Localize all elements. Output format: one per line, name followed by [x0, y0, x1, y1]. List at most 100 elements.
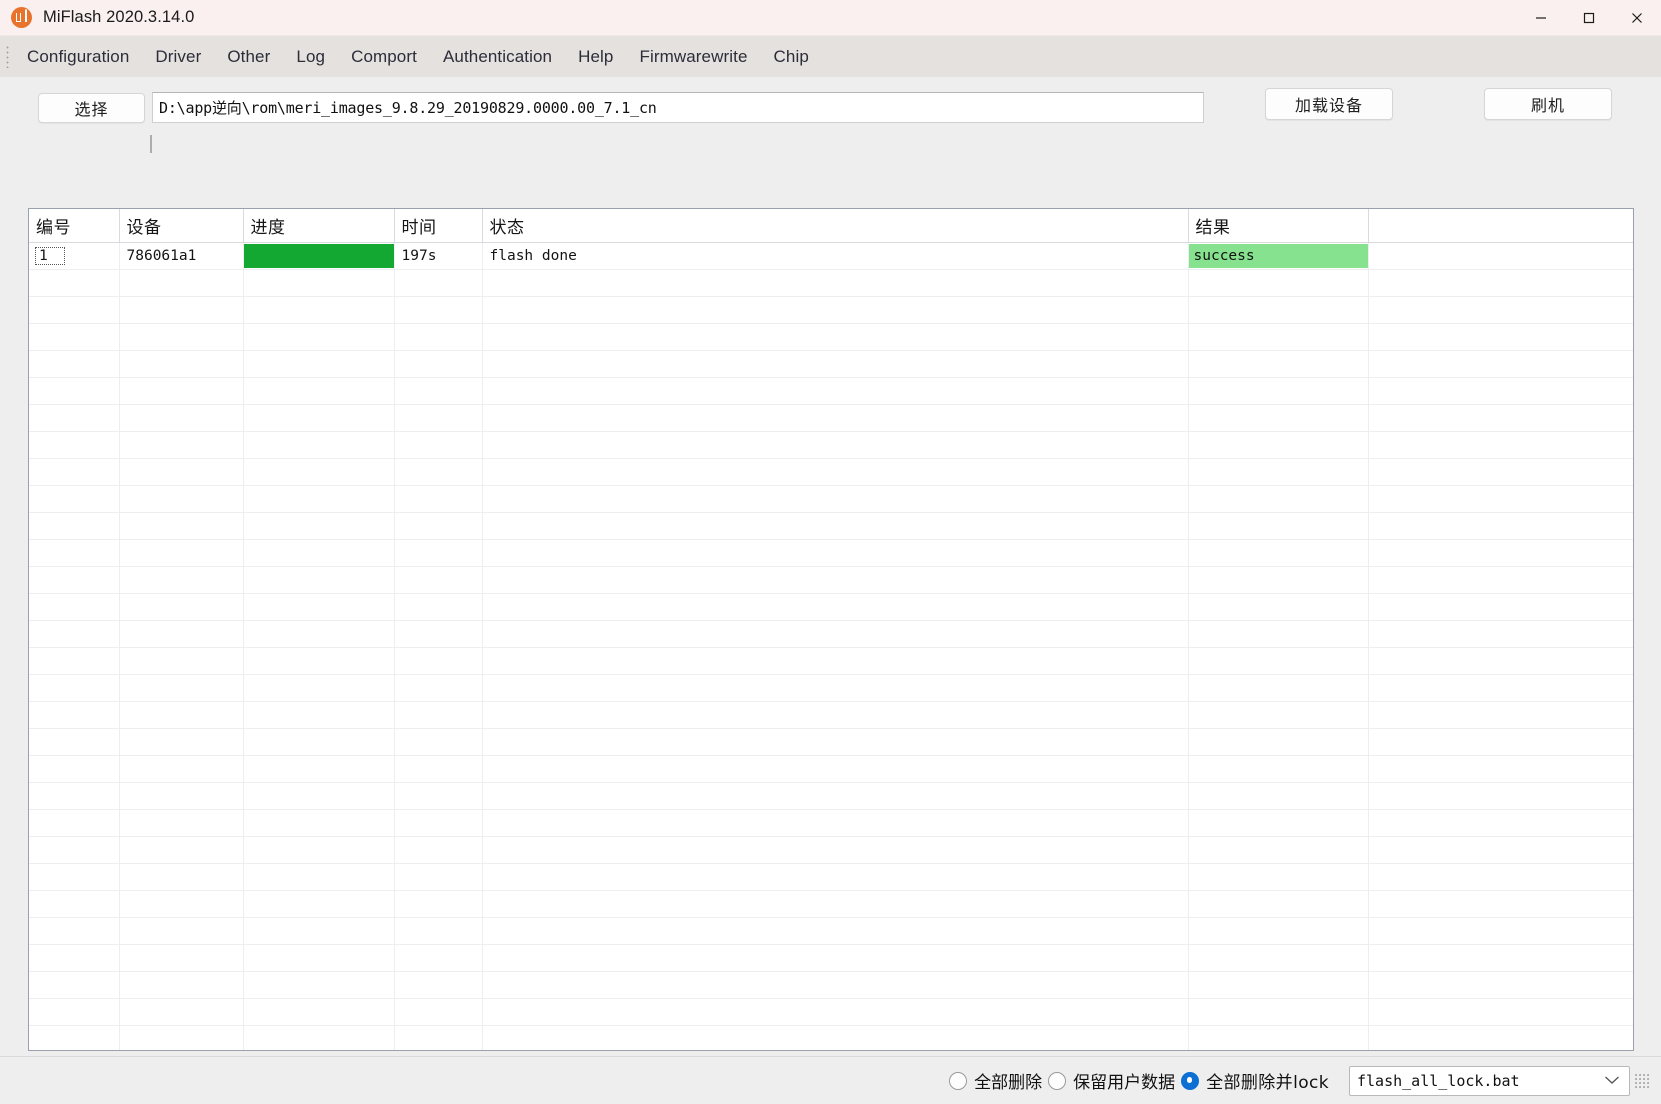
cell-empty[interactable] [119, 836, 244, 864]
table-row-empty[interactable] [29, 404, 1633, 432]
cell-empty[interactable] [1188, 647, 1369, 675]
cell-empty[interactable] [394, 566, 483, 594]
cell-empty[interactable] [482, 998, 1189, 1026]
cell-empty[interactable] [29, 944, 120, 972]
cell-time[interactable]: 197s [394, 242, 483, 270]
cell-empty[interactable] [394, 701, 483, 729]
table-row-empty[interactable] [29, 566, 1633, 594]
cell-empty[interactable] [1368, 971, 1633, 999]
cell-empty[interactable] [29, 458, 120, 486]
cell-empty[interactable] [119, 971, 244, 999]
cell-empty[interactable] [119, 512, 244, 540]
cell-empty[interactable] [482, 485, 1189, 513]
rom-path-input[interactable]: D:\app逆向\rom\meri_images_9.8.29_20190829… [152, 92, 1204, 123]
cell-empty[interactable] [119, 674, 244, 702]
minimize-button[interactable] [1517, 0, 1565, 35]
cell-empty[interactable] [29, 755, 120, 783]
cell-empty[interactable] [1368, 512, 1633, 540]
cell-empty[interactable] [482, 512, 1189, 540]
cell-empty[interactable] [119, 269, 244, 297]
cell-result[interactable]: success [1188, 242, 1369, 270]
cell-empty[interactable] [243, 863, 395, 891]
cell-empty[interactable] [29, 890, 120, 918]
cell-empty[interactable] [243, 431, 395, 459]
cell-empty[interactable] [243, 485, 395, 513]
cell-empty[interactable] [394, 782, 483, 810]
cell-empty[interactable] [29, 782, 120, 810]
cell-empty[interactable] [1188, 890, 1369, 918]
cell-empty[interactable] [29, 377, 120, 405]
cell-empty[interactable] [482, 458, 1189, 486]
cell-empty[interactable] [243, 512, 395, 540]
column-header-progress[interactable]: 进度 [243, 209, 395, 243]
cell-empty[interactable] [243, 917, 395, 945]
cell-empty[interactable] [243, 647, 395, 675]
cell-index[interactable]: 1 [29, 242, 120, 270]
cell-empty[interactable] [394, 728, 483, 756]
cell-empty[interactable] [394, 674, 483, 702]
cell-empty[interactable] [482, 782, 1189, 810]
cell-empty[interactable] [482, 404, 1189, 432]
cell-empty[interactable] [1368, 836, 1633, 864]
cell-empty[interactable] [394, 836, 483, 864]
cell-empty[interactable] [243, 971, 395, 999]
cell-empty[interactable] [394, 485, 483, 513]
menu-item-other[interactable]: Other [214, 43, 283, 71]
radio-erase-all-lock[interactable]: 全部删除并lock [1181, 1068, 1329, 1093]
table-row-empty[interactable] [29, 755, 1633, 783]
cell-empty[interactable] [29, 1025, 120, 1050]
cell-empty[interactable] [394, 647, 483, 675]
cell-empty[interactable] [482, 647, 1189, 675]
table-row-empty[interactable] [29, 863, 1633, 891]
menu-item-firmwarewrite[interactable]: Firmwarewrite [626, 43, 760, 71]
cell-empty[interactable] [1368, 701, 1633, 729]
cell-empty[interactable] [394, 593, 483, 621]
cell-empty[interactable] [1368, 755, 1633, 783]
cell-empty[interactable] [29, 674, 120, 702]
cell-empty[interactable] [394, 377, 483, 405]
table-row-empty[interactable] [29, 944, 1633, 972]
cell-empty[interactable] [29, 566, 120, 594]
cell-device[interactable]: 786061a1 [119, 242, 244, 270]
cell-empty[interactable] [29, 296, 120, 324]
cell-empty[interactable] [1368, 593, 1633, 621]
cell-empty[interactable] [119, 782, 244, 810]
cell-empty[interactable] [119, 998, 244, 1026]
cell-empty[interactable] [394, 890, 483, 918]
cell-empty[interactable] [119, 944, 244, 972]
cell-empty[interactable] [243, 674, 395, 702]
table-row-empty[interactable] [29, 620, 1633, 648]
cell-empty[interactable] [1368, 647, 1633, 675]
cell-empty[interactable] [29, 593, 120, 621]
cell-empty[interactable] [1368, 404, 1633, 432]
cell-empty[interactable] [243, 728, 395, 756]
device-grid[interactable]: 编号 设备 进度 时间 状态 结果 1 786061a1 197s flash don… [28, 208, 1634, 1051]
cell-empty[interactable] [29, 998, 120, 1026]
column-header-index[interactable]: 编号 [29, 209, 120, 243]
cell-empty[interactable] [1368, 674, 1633, 702]
cell-empty[interactable] [29, 539, 120, 567]
cell-empty[interactable] [1368, 782, 1633, 810]
cell-empty[interactable] [1368, 566, 1633, 594]
cell-empty[interactable] [29, 809, 120, 837]
cell-empty[interactable] [394, 971, 483, 999]
table-row-empty[interactable] [29, 701, 1633, 729]
cell-empty[interactable] [1188, 431, 1369, 459]
cell-empty[interactable] [1188, 944, 1369, 972]
cell-empty[interactable] [119, 593, 244, 621]
table-row-empty[interactable] [29, 539, 1633, 567]
table-row-empty[interactable] [29, 674, 1633, 702]
cell-empty[interactable] [119, 701, 244, 729]
flash-button[interactable]: 刷机 [1484, 88, 1612, 120]
cell-empty[interactable] [119, 485, 244, 513]
cell-empty[interactable] [243, 458, 395, 486]
cell-empty[interactable] [243, 593, 395, 621]
cell-empty[interactable] [119, 890, 244, 918]
cell-empty[interactable] [1368, 728, 1633, 756]
cell-empty[interactable] [1188, 539, 1369, 567]
cell-empty[interactable] [1368, 998, 1633, 1026]
cell-empty[interactable] [1188, 728, 1369, 756]
cell-empty[interactable] [394, 998, 483, 1026]
cell-empty[interactable] [1188, 269, 1369, 297]
cell-empty[interactable] [1188, 971, 1369, 999]
